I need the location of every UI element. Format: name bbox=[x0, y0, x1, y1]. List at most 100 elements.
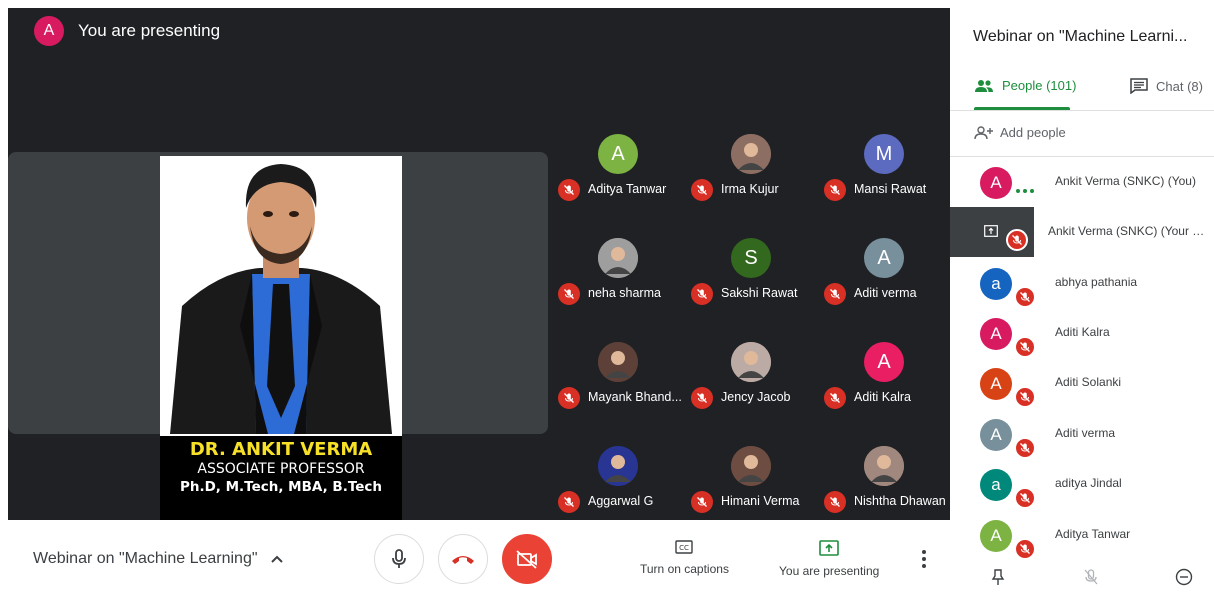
microphone-icon bbox=[392, 549, 406, 568]
mic-off-icon bbox=[1014, 437, 1036, 459]
people-tab-label: People (101) bbox=[1002, 78, 1077, 93]
slide-caption: DR. ANKIT VERMA ASSOCIATE PROFESSOR Ph.D… bbox=[160, 436, 402, 520]
mic-off-icon bbox=[691, 491, 713, 513]
tab-people[interactable]: People (101) bbox=[974, 78, 1076, 93]
participant-name: Aggarwal G bbox=[588, 494, 654, 508]
presenter-name: DR. ANKIT VERMA bbox=[189, 439, 373, 460]
participant-avatar: A bbox=[980, 368, 1012, 400]
participant-avatar bbox=[731, 446, 771, 486]
participant-name: Aditi Kalra bbox=[854, 390, 911, 404]
participant-tile[interactable]: A Aditi Kalra bbox=[817, 310, 950, 414]
participant-tile[interactable]: Nishtha Dhawan bbox=[817, 414, 950, 518]
participant-avatar bbox=[731, 134, 771, 174]
presenter-degrees: Ph.D, M.Tech, MBA, B.Tech bbox=[179, 479, 383, 495]
mic-off-icon bbox=[824, 387, 846, 409]
presenter-title: ASSOCIATE PROFESSOR bbox=[197, 461, 365, 477]
pin-icon[interactable] bbox=[991, 568, 1005, 586]
leave-call-button[interactable] bbox=[438, 534, 488, 584]
participant-avatar bbox=[598, 446, 638, 486]
participant-avatar: A bbox=[980, 520, 1012, 552]
participant-tile[interactable]: Jency Jacob bbox=[684, 310, 817, 414]
mic-off-icon bbox=[1014, 538, 1036, 560]
camera-button[interactable] bbox=[502, 534, 552, 584]
participant-avatar: a bbox=[980, 268, 1012, 300]
participant-name: Aditi Kalra bbox=[1055, 325, 1110, 339]
mic-off-icon bbox=[558, 283, 580, 305]
participant-avatar bbox=[598, 342, 638, 382]
participant-name: Mayank Bhand... bbox=[588, 390, 682, 404]
participant-tile[interactable]: M Mansi Rawat bbox=[817, 102, 950, 206]
main-stage: A You are presenting DR. ANKIT VERMA ASS… bbox=[0, 0, 950, 520]
participant-name: Aditya Tanwar bbox=[1055, 527, 1131, 541]
add-people-button[interactable]: Add people bbox=[974, 125, 1066, 140]
participant-tile[interactable]: A Aditya Tanwar bbox=[551, 102, 684, 206]
participant-list-item[interactable]: a aditya Jindal bbox=[950, 459, 1214, 509]
participant-avatar: a bbox=[980, 469, 1012, 501]
banner-avatar: A bbox=[34, 16, 64, 46]
participant-avatar bbox=[731, 342, 771, 382]
participant-tile[interactable]: Aggarwal G bbox=[551, 414, 684, 518]
participant-list-item[interactable]: Ankit Verma (SNKC) (Your Pre... bbox=[950, 207, 1214, 257]
add-person-icon bbox=[974, 125, 993, 139]
tab-chat[interactable]: Chat (8) bbox=[1130, 78, 1203, 94]
participant-tile[interactable]: Mayank Bhand... bbox=[551, 310, 684, 414]
participant-name: Aditi Solanki bbox=[1055, 375, 1122, 389]
mic-off-icon bbox=[824, 491, 846, 513]
participant-avatar bbox=[598, 238, 638, 278]
participant-name: Nishtha Dhawan bbox=[854, 494, 946, 508]
tab-divider bbox=[950, 110, 1214, 111]
mic-off-icon bbox=[824, 179, 846, 201]
mic-off-icon bbox=[691, 387, 713, 409]
presenting-button[interactable]: You are presenting bbox=[779, 540, 879, 578]
participant-name: Irma Kujur bbox=[721, 182, 779, 196]
presenting-banner: A You are presenting bbox=[34, 16, 220, 46]
participant-tile[interactable]: S Sakshi Rawat bbox=[684, 206, 817, 310]
mic-off-icon bbox=[558, 387, 580, 409]
participant-list-item[interactable]: A Aditi verma bbox=[950, 409, 1214, 459]
participant-name: Himani Verma bbox=[721, 494, 800, 508]
participant-name: Aditi verma bbox=[854, 286, 917, 300]
participant-tile[interactable]: Himani Verma bbox=[684, 414, 817, 518]
participant-list-item[interactable]: A Aditya Tanwar bbox=[950, 510, 1214, 560]
mic-off-icon bbox=[1014, 336, 1036, 358]
chat-icon bbox=[1130, 78, 1148, 94]
participant-list-item[interactable]: A Aditi Kalra bbox=[950, 308, 1214, 358]
hang-up-icon bbox=[452, 556, 474, 564]
mic-off-icon bbox=[1014, 286, 1036, 308]
participant-tile[interactable]: Irma Kujur bbox=[684, 102, 817, 206]
presenting-text: You are presenting bbox=[78, 21, 221, 40]
mic-off-icon bbox=[1014, 386, 1036, 408]
remove-participant-icon[interactable] bbox=[1175, 568, 1193, 586]
microphone-button[interactable] bbox=[374, 534, 424, 584]
side-panel: Webinar on "Machine Learni... People (10… bbox=[950, 0, 1214, 592]
more-options-icon bbox=[922, 550, 926, 554]
more-options-button[interactable] bbox=[914, 550, 934, 570]
participant-list-item[interactable]: A Ankit Verma (SNKC) (You) bbox=[950, 157, 1214, 207]
participant-avatar: A bbox=[980, 419, 1012, 451]
side-panel-title: Webinar on "Machine Learni... bbox=[973, 28, 1188, 45]
mute-participant-icon[interactable] bbox=[1083, 568, 1099, 586]
participant-name: Aditi verma bbox=[1055, 426, 1116, 440]
meeting-details-button[interactable]: Webinar on "Machine Learning" bbox=[33, 550, 284, 568]
participant-avatar: A bbox=[980, 167, 1012, 199]
participant-list-item[interactable]: a abhya pathania bbox=[950, 258, 1214, 308]
participant-list-item[interactable]: A Aditi Solanki bbox=[950, 358, 1214, 408]
mic-off-icon bbox=[558, 491, 580, 513]
participant-tile[interactable]: neha sharma bbox=[551, 206, 684, 310]
captions-button[interactable]: CC Turn on captions bbox=[640, 540, 729, 576]
participant-name: Mansi Rawat bbox=[854, 182, 927, 196]
participant-tile[interactable]: A Aditi verma bbox=[817, 206, 950, 310]
participant-name: Aditya Tanwar bbox=[588, 182, 667, 196]
presenter-photo bbox=[160, 156, 402, 434]
present-screen-icon bbox=[819, 540, 839, 556]
captions-icon: CC bbox=[675, 540, 694, 554]
side-panel-footer bbox=[950, 562, 1214, 592]
chevron-up-icon bbox=[270, 555, 283, 563]
svg-text:CC: CC bbox=[680, 544, 690, 552]
participant-avatar: A bbox=[864, 238, 904, 278]
participant-name: Ankit Verma (SNKC) (You) bbox=[1055, 174, 1196, 188]
participant-avatar: A bbox=[980, 318, 1012, 350]
captions-label: Turn on captions bbox=[640, 562, 729, 576]
presenting-label: You are presenting bbox=[779, 564, 880, 578]
mic-off-icon bbox=[691, 179, 713, 201]
